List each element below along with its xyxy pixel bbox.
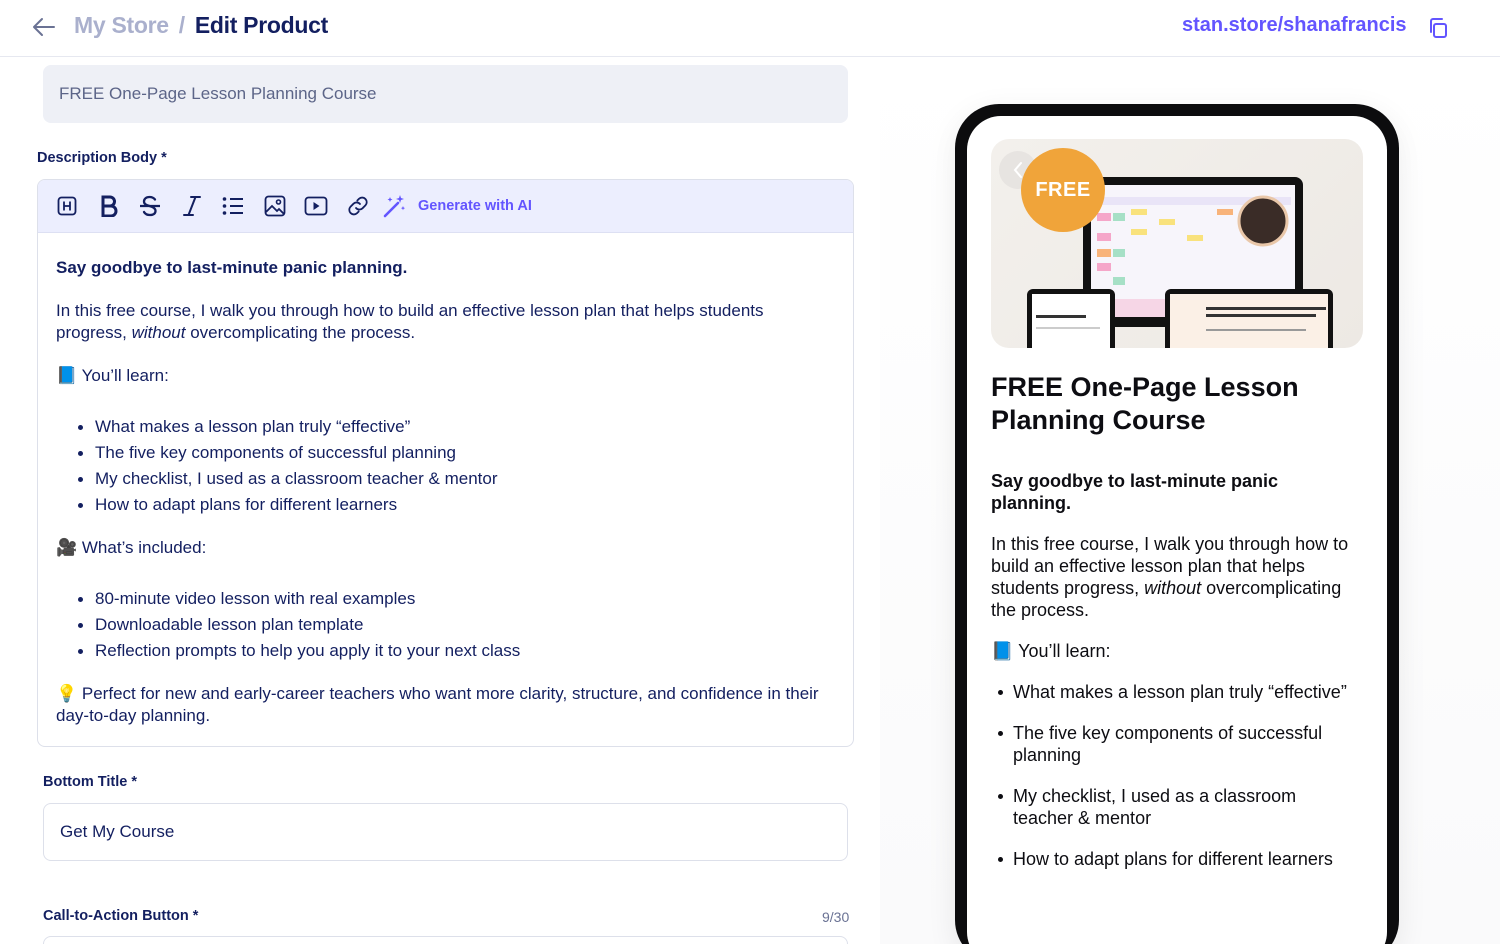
top-bar: My Store / Edit Product stan.store/shana… <box>0 0 1500 57</box>
included-list: 80-minute video lesson with real example… <box>56 588 835 662</box>
heading-icon <box>57 196 77 216</box>
list-item: How to adapt plans for different learner… <box>78 494 835 516</box>
included-heading: 🎥 What’s included: <box>56 538 207 557</box>
image-icon <box>264 195 285 217</box>
bottom-title-input[interactable]: Get My Course <box>43 803 848 861</box>
closing-paragraph: 💡 Perfect for new and early-career teach… <box>56 684 819 725</box>
bullet-list-icon <box>222 197 243 215</box>
description-label: Description Body * <box>37 150 167 166</box>
learn-heading: 📘 You’ll learn: <box>56 366 169 385</box>
link-button[interactable] <box>343 191 373 221</box>
phone-screen: FREE FREE One-Page Lesson Planning Cours… <box>967 116 1387 944</box>
list-item: What makes a lesson plan truly “effectiv… <box>78 416 835 438</box>
italic-button[interactable] <box>177 191 207 221</box>
strikethrough-button[interactable] <box>135 191 165 221</box>
list-item: How to adapt plans for different learner… <box>991 848 1361 870</box>
cta-character-counter: 9/30 <box>822 909 850 925</box>
editor-toolbar: Generate with AI <box>38 180 853 233</box>
breadcrumb-store-link[interactable]: My Store <box>74 12 169 39</box>
breadcrumb-separator: / <box>178 12 185 38</box>
preview-product-title: FREE One-Page Lesson Planning Course <box>991 372 1299 435</box>
generate-with-ai-button[interactable]: Generate with AI <box>382 193 532 219</box>
video-icon <box>304 196 328 216</box>
store-url-link[interactable]: stan.store/shanafrancis <box>1182 14 1407 37</box>
preview-intro-paragraph: In this free course, I walk you through … <box>991 534 1349 620</box>
intro-paragraph: In this free course, I walk you through … <box>56 301 764 342</box>
product-title-input[interactable]: FREE One-Page Lesson Planning Course <box>43 65 848 123</box>
product-hero-image: FREE <box>991 139 1363 348</box>
preview-intro-text: Say goodbye to last-minute panic plannin… <box>991 471 1279 513</box>
cta-label: Call-to-Action Button * <box>43 908 199 924</box>
preview-learn-list: What makes a lesson plan truly “effectiv… <box>991 681 1361 870</box>
list-item: My checklist, I used as a classroom teac… <box>991 785 1361 829</box>
list-item: The five key components of successful pl… <box>991 722 1361 766</box>
italic-icon <box>182 196 201 216</box>
breadcrumb: My Store / Edit Product <box>74 12 328 39</box>
editor-content[interactable]: Say goodbye to last-minute panic plannin… <box>38 233 853 727</box>
cta-button-input[interactable] <box>43 936 848 944</box>
description-editor[interactable]: Generate with AI Say goodbye to last-min… <box>37 179 854 747</box>
back-button[interactable] <box>30 14 58 40</box>
list-item: Reflection prompts to help you apply it … <box>78 640 835 662</box>
copy-icon <box>1430 18 1447 38</box>
phone-preview: FREE FREE One-Page Lesson Planning Cours… <box>955 104 1399 944</box>
list-item: Downloadable lesson plan template <box>78 614 835 636</box>
list-item: My checklist, I used as a classroom teac… <box>78 468 835 490</box>
link-icon <box>347 196 368 216</box>
list-item: What makes a lesson plan truly “effectiv… <box>991 681 1361 703</box>
heading-button[interactable] <box>52 191 82 221</box>
generate-with-ai-label: Generate with AI <box>418 198 532 214</box>
list-item: 80-minute video lesson with real example… <box>78 588 835 610</box>
list-item: The five key components of successful pl… <box>78 442 835 464</box>
page-title: Edit Product <box>194 12 328 38</box>
video-button[interactable] <box>301 191 331 221</box>
arrow-left-icon <box>33 18 55 36</box>
strikethrough-icon <box>140 195 160 217</box>
preview-learn-heading: 📘 You’ll learn: <box>991 641 1111 661</box>
copy-url-button[interactable] <box>1424 14 1452 42</box>
image-button[interactable] <box>260 191 290 221</box>
bold-button[interactable] <box>94 191 124 221</box>
preview-description: Say goodbye to last-minute panic plannin… <box>991 470 1361 889</box>
bullet-list-button[interactable] <box>218 191 248 221</box>
intro-text: Say goodbye to last-minute panic plannin… <box>56 258 408 277</box>
bottom-title-label: Bottom Title * <box>43 774 137 790</box>
magic-wand-icon <box>383 195 406 218</box>
bold-icon <box>101 195 117 217</box>
free-badge: FREE <box>1021 148 1105 232</box>
learn-list: What makes a lesson plan truly “effectiv… <box>56 416 835 516</box>
